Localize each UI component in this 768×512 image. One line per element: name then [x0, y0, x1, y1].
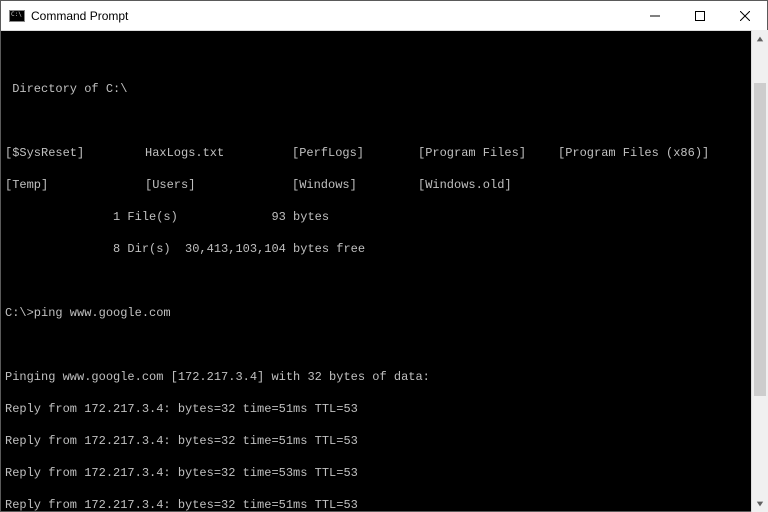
close-icon — [740, 11, 750, 21]
minimize-icon — [650, 11, 660, 21]
ping-reply: Reply from 172.217.3.4: bytes=32 time=51… — [5, 401, 763, 417]
maximize-icon — [695, 11, 705, 21]
dir-row: [$SysReset]HaxLogs.txt[PerfLogs][Program… — [5, 145, 763, 161]
ping-reply: Reply from 172.217.3.4: bytes=32 time=53… — [5, 465, 763, 481]
scrollbar-track[interactable] — [752, 47, 768, 495]
blank-line — [5, 337, 763, 353]
chevron-up-icon — [756, 35, 764, 43]
window-controls — [632, 1, 767, 30]
cmd-icon — [9, 10, 25, 22]
vertical-scrollbar[interactable] — [751, 30, 768, 512]
dir-header: Directory of C:\ — [5, 81, 763, 97]
dir-summary: 1 File(s) 93 bytes — [5, 209, 763, 225]
blank-line — [5, 49, 763, 65]
blank-line — [5, 273, 763, 289]
terminal-output[interactable]: Directory of C:\ [$SysReset]HaxLogs.txt[… — [1, 31, 767, 511]
prompt-line: C:\>ping www.google.com — [5, 305, 763, 321]
maximize-button[interactable] — [677, 1, 722, 30]
close-button[interactable] — [722, 1, 767, 30]
scroll-up-button[interactable] — [752, 30, 768, 47]
ping-header: Pinging www.google.com [172.217.3.4] wit… — [5, 369, 763, 385]
scroll-down-button[interactable] — [752, 495, 768, 512]
window-title: Command Prompt — [31, 9, 632, 23]
titlebar[interactable]: Command Prompt — [1, 1, 767, 31]
scrollbar-thumb[interactable] — [754, 83, 766, 397]
ping-reply: Reply from 172.217.3.4: bytes=32 time=51… — [5, 497, 763, 511]
dir-summary: 8 Dir(s) 30,413,103,104 bytes free — [5, 241, 763, 257]
minimize-button[interactable] — [632, 1, 677, 30]
dir-row: [Temp][Users][Windows][Windows.old] — [5, 177, 763, 193]
chevron-down-icon — [756, 500, 764, 508]
ping-reply: Reply from 172.217.3.4: bytes=32 time=51… — [5, 433, 763, 449]
command-prompt-window: Command Prompt Directory of C:\ [$SysRes… — [0, 0, 768, 512]
blank-line — [5, 113, 763, 129]
